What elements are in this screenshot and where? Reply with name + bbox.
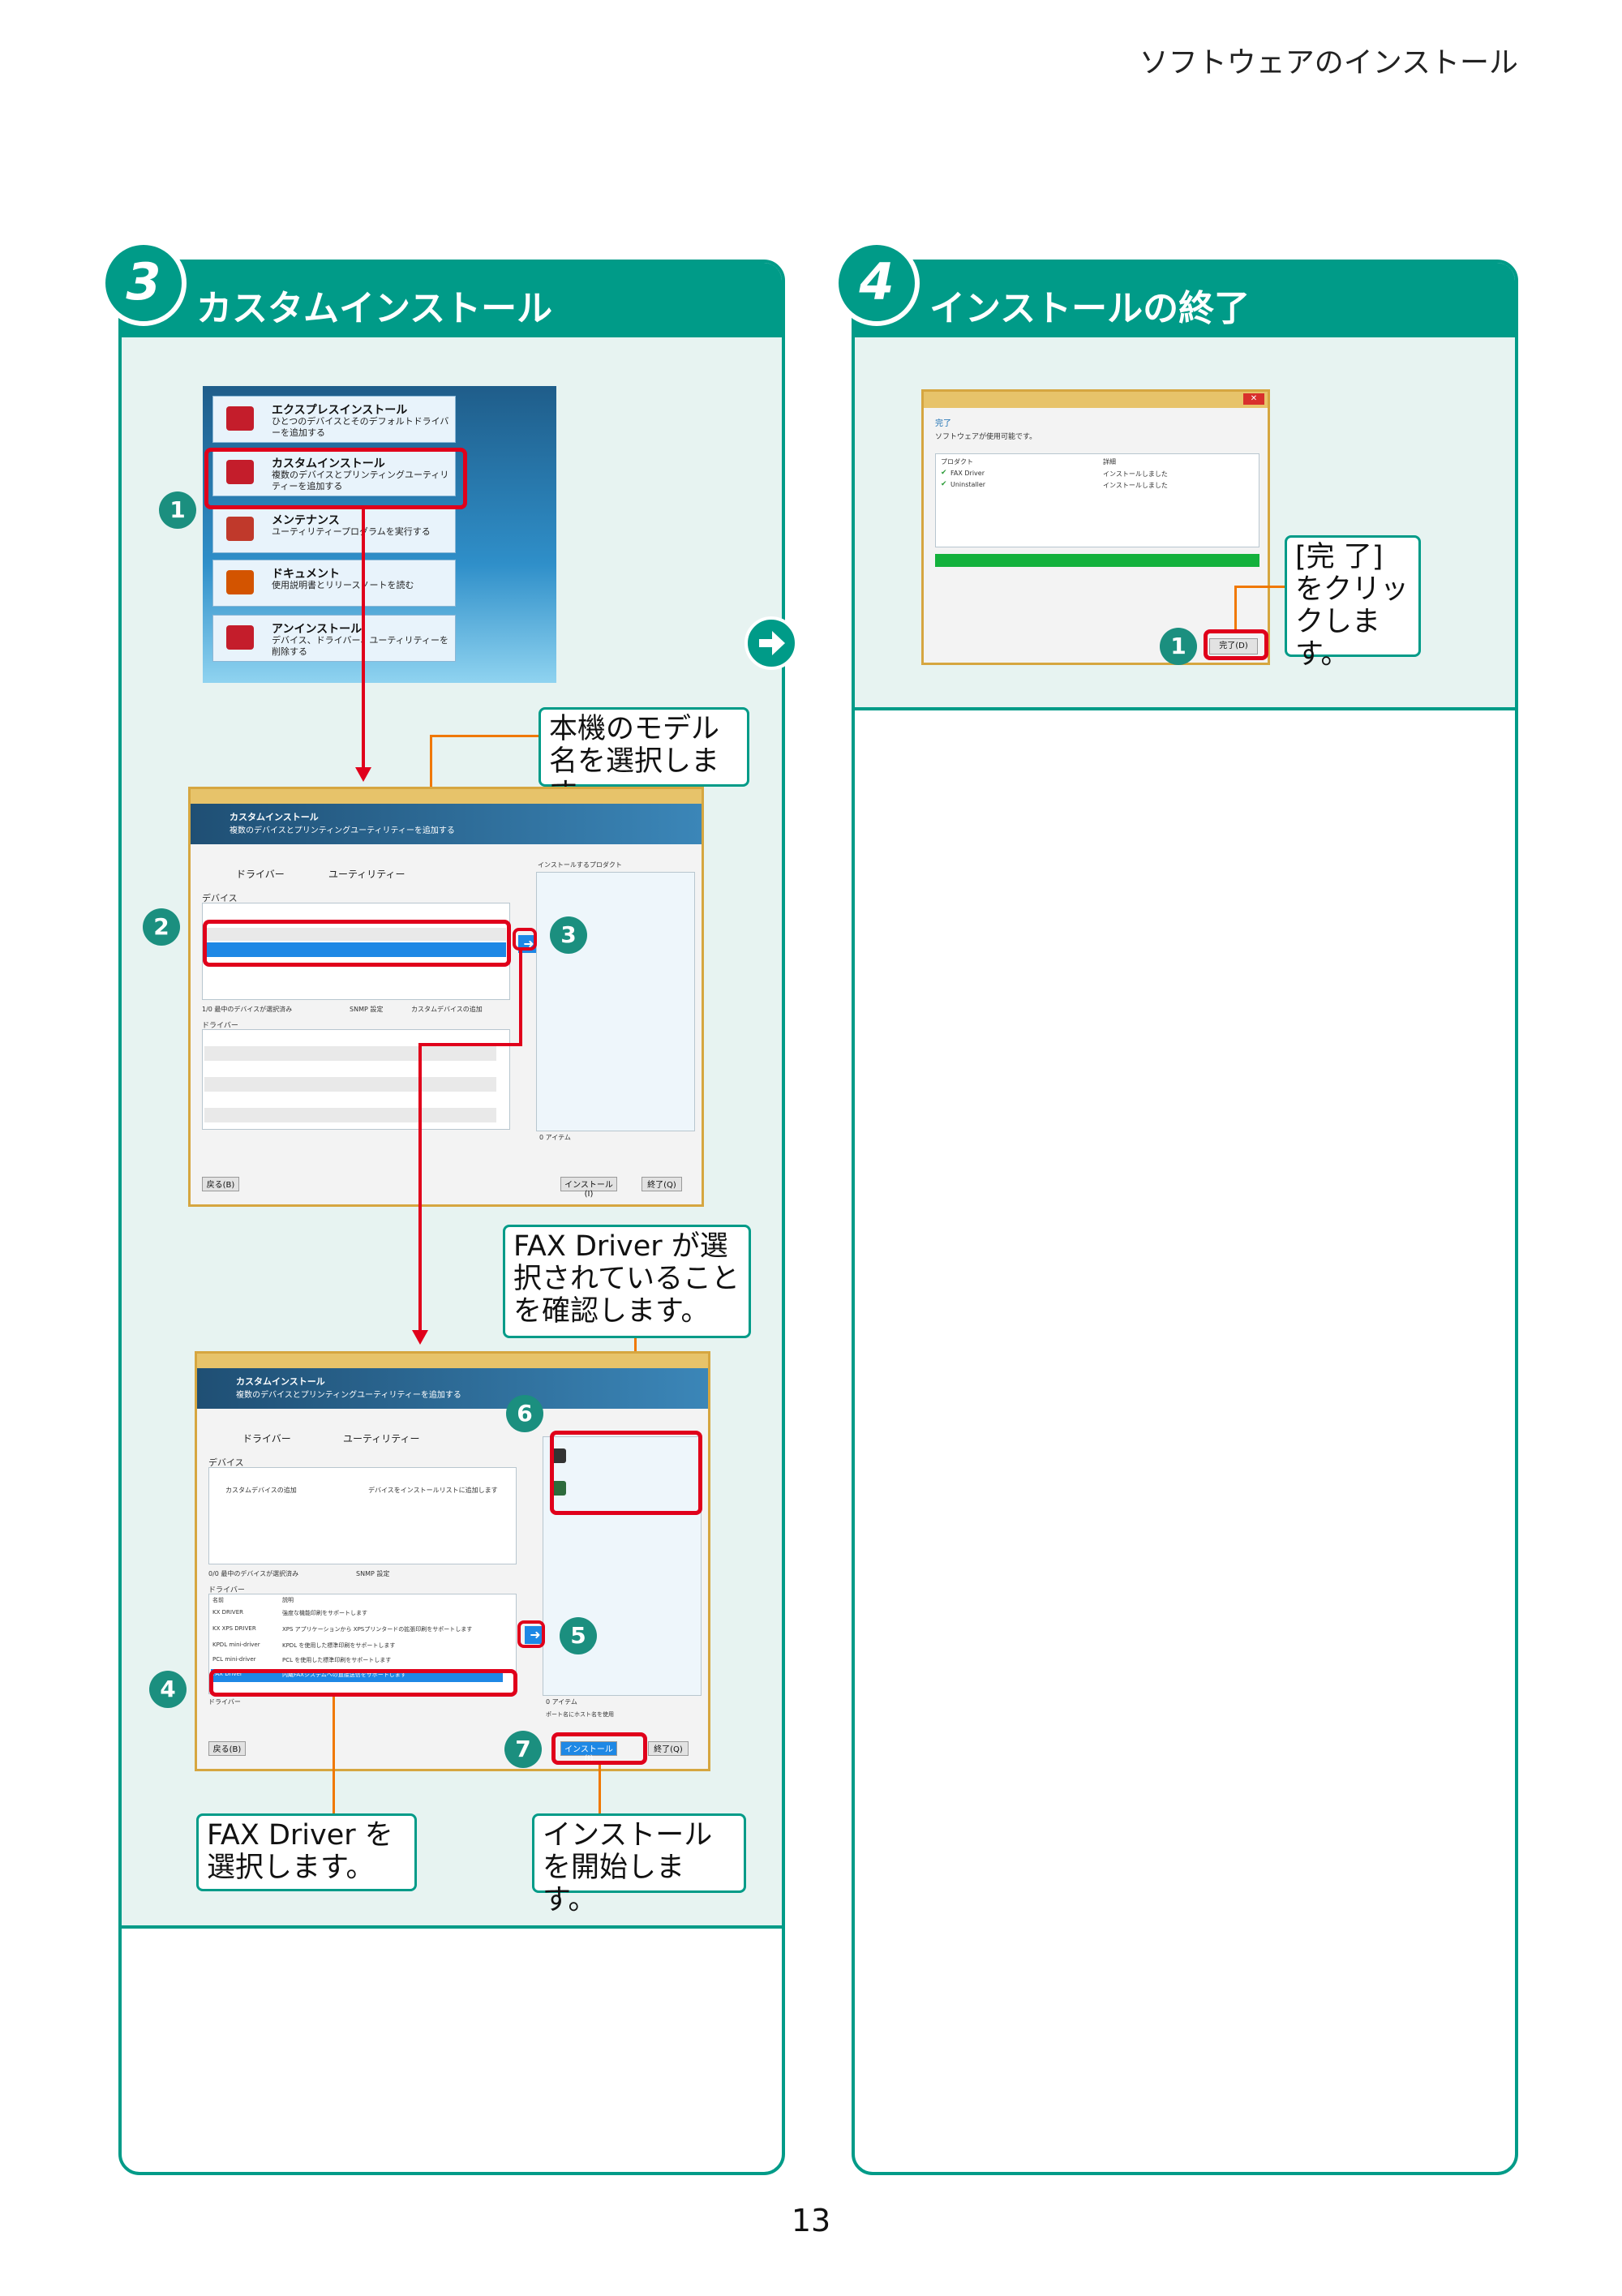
progress-bar-fill <box>935 554 1259 567</box>
arrow-down-icon <box>355 767 371 782</box>
callout-click-done: [完 了]をクリックします。 <box>1285 535 1421 671</box>
finish-status: 完了 <box>935 419 951 428</box>
leader-line <box>430 735 539 737</box>
selected-count: 1/0 最中のデバイスが選択済み <box>202 1006 293 1013</box>
driver-row[interactable]: KPDL mini-driver <box>212 1642 260 1648</box>
marker-4: 4 <box>149 1671 187 1708</box>
marker-5: 5 <box>560 1617 597 1654</box>
download-icon <box>226 406 254 431</box>
menu-documents[interactable]: ドキュメント 使用説明書とリリースノートを読む <box>212 560 456 607</box>
more-drivers[interactable]: ドライバー <box>208 1697 241 1706</box>
dialog-subtitle: 複数のデバイスとプリンティングユーティリティーを追加する <box>236 1391 461 1400</box>
items-count: 0 アイテム <box>539 1134 571 1141</box>
leader-line <box>599 1765 601 1815</box>
menu-maintenance[interactable]: メンテナンス ユーティリティープログラムを実行する <box>212 506 456 553</box>
close-icon[interactable]: ✕ <box>1243 393 1264 405</box>
driver-row[interactable]: KX DRIVER <box>212 1609 243 1616</box>
marker-1: 1 <box>159 491 196 529</box>
tools-icon <box>226 517 254 541</box>
result-table: プロダクト 詳細 ✔ FAX Driver インストールしました ✔ Unins… <box>935 453 1259 547</box>
highlight-install-button <box>551 1732 647 1765</box>
highlight-device-row <box>203 920 511 967</box>
tab-utility[interactable]: ユーティリティー <box>328 867 406 881</box>
dialog-subtitle: 複数のデバイスとプリンティングユーティリティーを追加する <box>230 826 455 835</box>
marker-2: 2 <box>143 908 180 946</box>
install-products-label: インストールするプロダクト <box>538 861 622 869</box>
selected-count: 0/0 最中のデバイスが選択済み <box>208 1570 299 1577</box>
highlight-custom-install <box>204 448 467 509</box>
driver-row[interactable]: PCL mini-driver <box>212 1656 256 1663</box>
uninstall-icon <box>226 625 254 650</box>
menu-express-install[interactable]: エクスプレスインストール ひとつのデバイスとそのデフォルトドライバーを追加する <box>212 396 456 443</box>
back-button[interactable]: 戻る(B) <box>202 1177 239 1191</box>
use-port-checkbox[interactable]: ポート名にホスト名を使用 <box>546 1710 614 1719</box>
result-detail: インストールしました <box>1103 470 1168 478</box>
custom-install-dialog-2: カスタムインストール 複数のデバイスとプリンティングユーティリティーを追加する … <box>195 1351 710 1771</box>
arrow-down-icon <box>412 1330 428 1345</box>
section-title: カスタムインストール <box>196 288 553 329</box>
add-custom-device[interactable]: カスタムデバイスの追加 <box>225 1486 297 1495</box>
add-custom-device[interactable]: カスタムデバイスの追加 <box>411 1005 483 1014</box>
section-header: カスタムインストール <box>122 263 782 337</box>
install-products-list <box>536 872 695 1131</box>
highlight-add-arrow <box>513 928 537 951</box>
leader-line <box>1234 586 1285 588</box>
check-icon: ✔ <box>941 469 947 477</box>
highlight-install-products <box>550 1431 702 1515</box>
items-count: 0 アイテム <box>546 1698 577 1706</box>
page-number: 13 <box>791 2203 831 2238</box>
callout-select-model: 本機のモデル名を選択します。 <box>539 707 749 810</box>
marker-1: 1 <box>1160 628 1197 665</box>
section-header: インストールの終了 <box>855 263 1515 337</box>
callout-select-fax: FAX Driver を選択します。 <box>196 1813 417 1891</box>
tab-driver[interactable]: ドライバー <box>242 1431 291 1445</box>
installer-menu-screenshot: エクスプレスインストール ひとつのデバイスとそのデフォルトドライバーを追加する … <box>203 386 556 683</box>
finish-dialog: ✕ 完了 ソフトウェアが使用可能です。 プロダクト 詳細 ✔ FAX Drive… <box>921 389 1270 665</box>
progress-bar <box>935 554 1259 567</box>
back-button[interactable]: 戻る(B) <box>208 1741 246 1756</box>
result-detail: インストールしました <box>1103 482 1168 489</box>
next-arrow-icon <box>744 616 798 670</box>
finish-message: ソフトウェアが使用可能です。 <box>935 433 1037 441</box>
menu-uninstall[interactable]: アンインストール デバイス、ドライバー、ユーティリティーを削除する <box>212 615 456 662</box>
install-button[interactable]: インストール(I) <box>560 1177 617 1199</box>
finish-button[interactable]: 終了(Q) <box>642 1177 682 1191</box>
highlight-done-button <box>1204 629 1268 660</box>
flow-line <box>418 1043 422 1330</box>
flow-line <box>418 1043 521 1046</box>
marker-6: 6 <box>506 1395 543 1432</box>
check-icon: ✔ <box>941 480 947 488</box>
tab-utility[interactable]: ユーティリティー <box>343 1431 420 1445</box>
page-header-title: ソフトウェアのインストール <box>1139 46 1518 79</box>
leader-line <box>333 1697 335 1813</box>
step-number-badge: 3 <box>101 240 187 326</box>
flow-line <box>519 951 522 1046</box>
snmp-settings[interactable]: SNMP 設定 <box>350 1005 383 1014</box>
marker-3: 3 <box>550 916 587 954</box>
dialog-title: カスタムインストール <box>236 1376 325 1387</box>
document-icon <box>226 570 254 594</box>
step-number-badge: 4 <box>834 240 920 326</box>
driver-row[interactable]: KX XPS DRIVER <box>212 1625 256 1632</box>
finish-button[interactable]: 終了(Q) <box>648 1741 689 1756</box>
custom-device-hint: デバイスをインストールリストに追加します <box>368 1487 498 1494</box>
callout-confirm-fax: FAX Driver が選択されていることを確認します。 <box>503 1225 751 1338</box>
device-list[interactable]: カスタムデバイスの追加 デバイスをインストールリストに追加します <box>208 1467 517 1564</box>
dialog-title: カスタムインストール <box>230 812 319 822</box>
result-product: Uninstaller <box>950 481 986 488</box>
callout-start-install: インストールを開始します。 <box>532 1813 746 1916</box>
flow-line <box>362 509 365 770</box>
snmp-settings[interactable]: SNMP 設定 <box>356 1569 389 1578</box>
marker-7: 7 <box>504 1731 542 1768</box>
highlight-fax-driver-row <box>209 1669 517 1697</box>
result-product: FAX Driver <box>950 470 985 477</box>
leader-line <box>1234 586 1237 629</box>
custom-install-dialog-1: カスタムインストール 複数のデバイスとプリンティングユーティリティーを追加する … <box>188 787 704 1207</box>
section-title: インストールの終了 <box>929 288 1251 329</box>
tab-driver[interactable]: ドライバー <box>236 867 285 881</box>
highlight-add-driver-arrow <box>517 1620 545 1648</box>
